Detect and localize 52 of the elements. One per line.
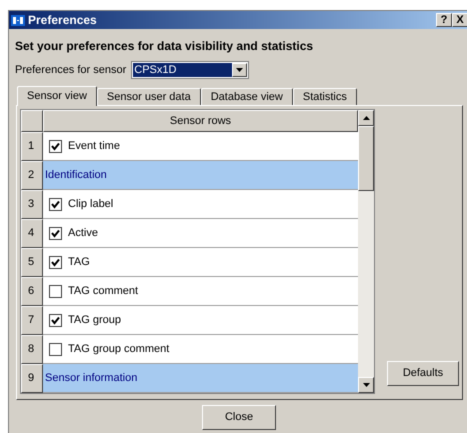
window-title: Preferences: [28, 12, 98, 29]
row-label: TAG comment: [68, 284, 138, 299]
tab[interactable]: Statistics: [292, 88, 357, 105]
scroll-up-icon: [362, 116, 370, 120]
tab[interactable]: Sensor view: [17, 86, 97, 106]
row-label: Event time: [68, 138, 120, 154]
dropdown-arrow-icon: [236, 68, 244, 72]
scroll-thumb[interactable]: [358, 126, 374, 191]
row-number: 4: [21, 219, 43, 248]
row-number: 9: [21, 364, 43, 393]
row-label: TAG group comment: [68, 342, 170, 357]
tab[interactable]: Database view: [200, 88, 293, 105]
row-label: Sensor information: [45, 370, 138, 386]
row-number: 2: [21, 161, 43, 190]
row-number: 1: [21, 132, 43, 161]
checkbox[interactable]: [49, 198, 62, 210]
row-label: TAG: [68, 254, 90, 270]
app-logo-icon: [11, 14, 25, 26]
checkbox[interactable]: [49, 140, 62, 152]
table-cell[interactable]: Event time: [43, 132, 358, 161]
row-label: Identification: [45, 168, 107, 183]
checkbox[interactable]: [49, 256, 62, 268]
defaults-button[interactable]: Defaults: [387, 361, 459, 386]
table-cell[interactable]: TAG comment: [43, 277, 358, 306]
row-number: 3: [21, 190, 43, 219]
row-label: Clip label: [68, 196, 114, 212]
table-cell[interactable]: Clip label: [43, 190, 358, 219]
checkbox[interactable]: [49, 226, 62, 240]
checkbox[interactable]: [49, 314, 62, 326]
sensor-label: Preferences for sensor: [15, 62, 126, 78]
table-cell[interactable]: TAG group comment: [43, 335, 358, 364]
checkbox[interactable]: [49, 284, 62, 298]
tab[interactable]: Sensor user data: [96, 88, 201, 105]
help-button[interactable]: ?: [436, 13, 452, 27]
row-label: Active: [68, 226, 98, 241]
row-number: 6: [21, 277, 43, 306]
close-dialog-button[interactable]: Close: [202, 405, 276, 430]
window-close-button[interactable]: X: [452, 13, 467, 27]
corner-header: [21, 110, 43, 132]
table-cell[interactable]: Active: [43, 219, 358, 248]
row-number: 5: [21, 248, 43, 277]
table-cell[interactable]: TAG: [43, 248, 358, 277]
sensor-dropdown[interactable]: CPSx1D: [131, 61, 250, 79]
checkbox[interactable]: [49, 342, 62, 356]
row-number: 8: [21, 335, 43, 364]
row-number: 7: [21, 306, 43, 335]
table-cell[interactable]: TAG group: [43, 306, 358, 335]
row-label: TAG group: [68, 312, 121, 328]
scroll-down-icon: [362, 383, 370, 387]
scrollbar[interactable]: [358, 110, 374, 393]
column-header[interactable]: Sensor rows: [43, 110, 358, 132]
heading: Set your preferences for data visibility and statistics: [15, 38, 314, 55]
